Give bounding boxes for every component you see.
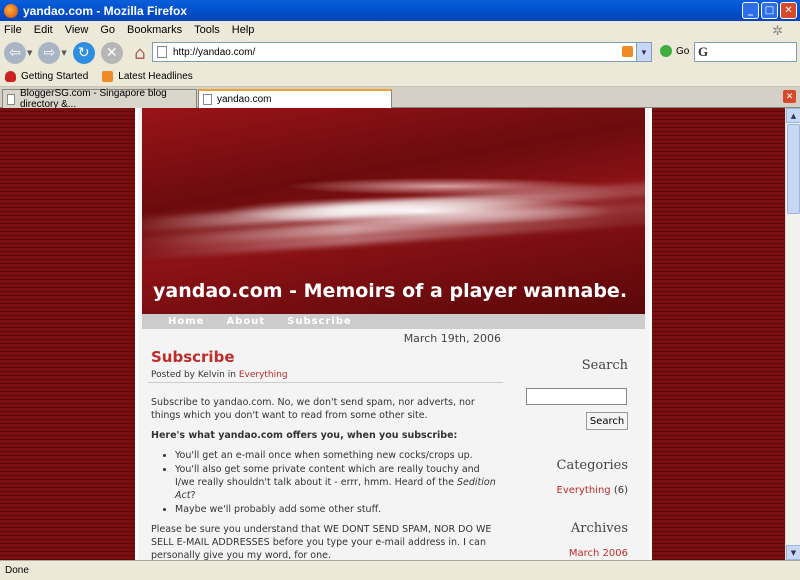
throbber-icon: ✲ <box>772 23 783 38</box>
archive-item: March 2006 <box>569 548 628 559</box>
tab-bloggersg[interactable]: BloggerSG.com - Singapore blog directory… <box>2 88 197 110</box>
go-button[interactable]: Go <box>660 45 689 57</box>
nav-home[interactable]: Home <box>168 316 204 327</box>
post-body: Subscribe to yandao.com. No, we don't se… <box>151 396 501 560</box>
post-date: March 19th, 2006 <box>403 332 501 345</box>
post-paragraph: Please be sure you understand that WE DO… <box>151 524 492 560</box>
list-item: You'll also get some private content whi… <box>175 463 501 502</box>
tab-label: yandao.com <box>217 94 272 105</box>
search-input[interactable] <box>526 388 627 405</box>
search-button[interactable]: Search <box>586 412 628 430</box>
navigation-toolbar: ⇦ ▼ ⇨ ▼ ↻ ✕ ⌂ http://yandao.com/ ▼ Go G <box>0 39 800 67</box>
menu-file[interactable]: File <box>4 24 22 36</box>
go-label: Go <box>676 45 690 57</box>
stop-button[interactable]: ✕ <box>100 42 123 64</box>
rss-feed-icon[interactable] <box>622 46 633 57</box>
menu-bookmarks[interactable]: Bookmarks <box>127 24 182 36</box>
close-button[interactable]: ✕ <box>780 2 797 19</box>
tab-label: BloggerSG.com - Singapore blog directory… <box>19 88 167 110</box>
menu-tools[interactable]: Tools <box>194 24 220 36</box>
tab-bar: BloggerSG.com - Singapore blog directory… <box>0 87 800 110</box>
window-title: yandao.com - Mozilla Firefox <box>23 3 188 18</box>
google-search-icon[interactable]: G <box>698 44 708 60</box>
reload-button[interactable]: ↻ <box>72 42 95 64</box>
page-icon <box>203 94 212 105</box>
go-icon <box>660 45 672 57</box>
nav-about[interactable]: About <box>226 316 265 327</box>
back-button[interactable]: ⇦ <box>4 42 26 64</box>
firefox-icon <box>4 3 18 18</box>
benefit-list: You'll get an e-mail once when something… <box>175 449 501 516</box>
list-item: You'll get an e-mail once when something… <box>175 449 501 462</box>
search-heading: Search <box>581 358 628 373</box>
title-bar: yandao.com - Mozilla Firefox _ □ ✕ <box>0 0 800 21</box>
page-icon <box>157 46 167 58</box>
categories-heading: Categories <box>556 458 629 473</box>
home-button[interactable]: ⌂ <box>129 42 151 64</box>
rss-icon <box>102 71 114 82</box>
scroll-thumb[interactable] <box>787 124 800 214</box>
divider <box>148 382 503 383</box>
bookmark-latest-headlines[interactable]: Latest Headlines <box>102 71 193 82</box>
status-text: Done <box>5 565 29 576</box>
page-container: yandao.com - Memoirs of a player wannabe… <box>138 108 649 560</box>
list-item-end: ? <box>190 490 196 501</box>
url-text: http://yandao.com/ <box>173 46 256 58</box>
post-meta: Posted by Kelvin in Everything <box>151 370 288 380</box>
category-item: Everything (6) <box>557 485 629 496</box>
page-icon <box>7 93 15 105</box>
post-category-link[interactable]: Everything <box>239 370 288 380</box>
site-nav: Home About Subscribe <box>142 314 645 329</box>
search-bar[interactable]: G <box>694 42 797 62</box>
web-content: yandao.com - Memoirs of a player wannabe… <box>0 108 785 560</box>
close-tab-icon[interactable]: ✕ <box>783 90 796 103</box>
post-subheading: Here's what yandao.com offers you, when … <box>151 430 458 441</box>
menu-go[interactable]: Go <box>100 24 115 36</box>
menu-edit[interactable]: Edit <box>34 24 53 36</box>
bookmark-label: Getting Started <box>21 71 89 82</box>
archives-heading: Archives <box>570 521 628 536</box>
list-item: Maybe we'll probably add some other stuf… <box>175 503 501 516</box>
list-item-text: You'll also get some private content whi… <box>175 464 480 488</box>
status-bar: Done <box>0 560 800 580</box>
bookmark-label: Latest Headlines <box>118 71 193 82</box>
menu-view[interactable]: View <box>65 24 89 36</box>
maximize-button[interactable]: □ <box>761 2 778 19</box>
tab-yandao[interactable]: yandao.com <box>198 89 392 108</box>
firefox-bookmark-icon <box>5 71 16 82</box>
minimize-button[interactable]: _ <box>742 2 759 19</box>
scroll-up-icon[interactable]: ▲ <box>786 108 800 123</box>
category-link[interactable]: Everything <box>557 485 611 496</box>
post-title[interactable]: Subscribe <box>151 348 235 366</box>
vertical-scrollbar[interactable]: ▲ ▼ <box>785 108 800 560</box>
bookmark-getting-started[interactable]: Getting Started <box>5 71 88 82</box>
bookmarks-toolbar: Getting Started Latest Headlines <box>0 67 800 87</box>
post-paragraph: Subscribe to yandao.com. No, we don't se… <box>151 397 475 421</box>
url-bar[interactable]: http://yandao.com/ ▼ <box>152 42 652 62</box>
menu-bar: File Edit View Go Bookmarks Tools Help ✲ <box>0 21 800 39</box>
archive-link[interactable]: March 2006 <box>569 548 628 559</box>
site-title[interactable]: yandao.com - Memoirs of a player wannabe… <box>153 280 627 302</box>
forward-dropdown-icon[interactable]: ▼ <box>61 49 66 57</box>
menu-help[interactable]: Help <box>232 24 255 36</box>
url-dropdown-icon[interactable]: ▼ <box>636 43 651 61</box>
category-count: (6) <box>613 485 628 496</box>
site-header: yandao.com - Memoirs of a player wannabe… <box>142 108 645 314</box>
scroll-down-icon[interactable]: ▼ <box>786 545 800 560</box>
post-meta-prefix: Posted by Kelvin in <box>151 370 236 380</box>
back-dropdown-icon[interactable]: ▼ <box>27 49 32 57</box>
forward-button[interactable]: ⇨ <box>38 42 61 64</box>
nav-subscribe[interactable]: Subscribe <box>287 316 352 327</box>
